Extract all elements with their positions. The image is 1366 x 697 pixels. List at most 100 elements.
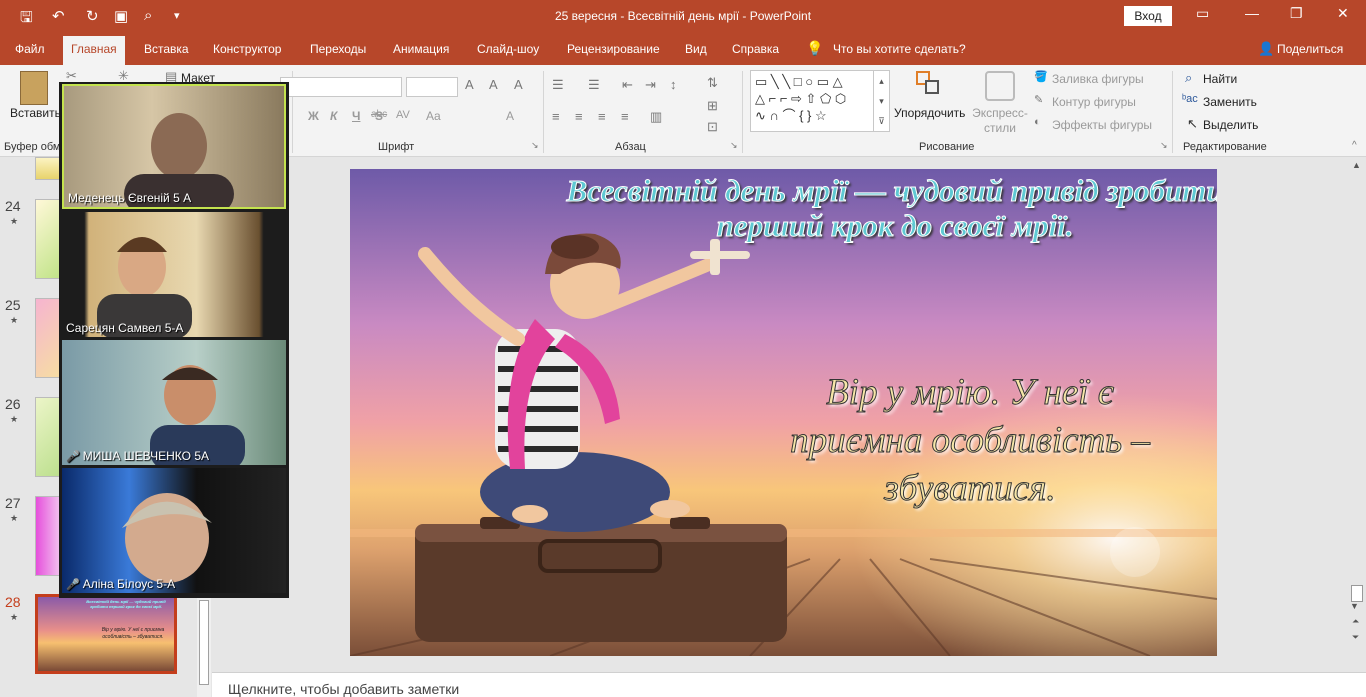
underline-button[interactable]: Ч (352, 109, 360, 123)
scroll-up-icon[interactable]: ▲ (1352, 160, 1361, 170)
align-right-icon[interactable]: ≡ (598, 109, 606, 124)
shapes-scroll-icon[interactable]: ▴ ▾ ⊽ (873, 70, 890, 132)
video-call-panel[interactable]: Меденець Євгеній 5 А Сарецян Самвел 5-А … (59, 82, 289, 598)
slide-canvas[interactable]: Всесвітній день мрії — чудовий привід зр… (350, 169, 1217, 656)
shape-fill-button[interactable]: Заливка фигуры (1052, 72, 1144, 86)
slide-title[interactable]: Всесвітній день мрії — чудовий привід зр… (565, 173, 1217, 244)
animation-star-icon: ★ (10, 513, 19, 523)
participant-tile[interactable]: Сарецян Самвел 5-А (62, 212, 286, 337)
thumb-slide-body: Вір у мрію. У неї є приємна особливість … (101, 627, 165, 640)
clear-format-icon[interactable]: A (514, 77, 523, 92)
ribbon-tabs: Файл Главная Вставка Конструктор Переход… (0, 33, 1366, 65)
participant-name-text: МИША ШЕВЧЕНКО 5А (82, 449, 209, 463)
change-case-button[interactable]: Aa (426, 109, 441, 123)
participant-name: Сарецян Самвел 5-А (66, 321, 184, 335)
participant-name: 🎤 Аліна Білоус 5-А (66, 577, 175, 591)
lightbulb-icon: 💡 (806, 40, 824, 56)
replace-button[interactable]: Заменить (1203, 95, 1257, 109)
indent-icon[interactable]: ⇤ (622, 77, 633, 93)
animation-star-icon: ★ (10, 216, 19, 226)
tab-file[interactable]: Файл (15, 42, 45, 56)
slide-thumb-28[interactable]: Всесвітній день мрії — чудовий привід зр… (35, 594, 177, 674)
shrink-font-icon[interactable]: A (489, 77, 498, 92)
signin-button[interactable]: Вход (1124, 6, 1172, 26)
clipboard-group-label: Буфер обм (4, 141, 61, 153)
find-icon: ⌕ (1185, 70, 1193, 85)
select-icon: ↖ (1187, 116, 1198, 131)
participant-name-text: Аліна Білоус 5-А (82, 577, 176, 591)
shape-effects-button[interactable]: Эффекты фигуры (1052, 118, 1152, 132)
quick-styles-icon (985, 71, 1015, 101)
numbering-icon[interactable]: ☰ (588, 77, 600, 93)
tab-insert[interactable]: Вставка (144, 42, 189, 56)
tab-design[interactable]: Конструктор (213, 42, 281, 56)
share-button[interactable]: Поделиться (1277, 42, 1343, 56)
ribbon-options-icon[interactable]: ▭ (1196, 5, 1209, 22)
slide-body-text[interactable]: Вір у мрію. У неї є приємна особливість … (760, 369, 1180, 513)
tab-review[interactable]: Рецензирование (567, 42, 660, 56)
tab-animations[interactable]: Анимация (393, 42, 449, 56)
shapes-gallery[interactable]: ▭ ╲ ╲ □ ○ ▭ △ △ ⌐ ⌐ ⇨ ⇧ ⬠ ⬡ ∿ ∩ ⌒ { } ☆ (750, 70, 890, 132)
participant-video (97, 237, 192, 337)
justify-icon[interactable]: ≡ (621, 109, 629, 124)
font-color-button[interactable]: A (506, 109, 514, 123)
paste-icon[interactable] (20, 71, 48, 105)
align-center-icon[interactable]: ≡ (575, 109, 583, 124)
select-button[interactable]: Выделить (1203, 118, 1258, 132)
minimize-icon[interactable]: — (1245, 5, 1259, 21)
tell-me-input[interactable]: Что вы хотите сделать? (833, 42, 966, 56)
participant-tile[interactable]: 🎤 МИША ШЕВЧЕНКО 5А (62, 340, 286, 465)
font-size-combo[interactable] (406, 77, 458, 97)
participant-tile[interactable]: 🎤 Аліна Білоус 5-А (62, 468, 286, 593)
grow-font-icon[interactable]: A (465, 77, 474, 92)
arrange-button[interactable]: Упорядочить (894, 106, 965, 120)
align-text-icon[interactable]: ⊞ (707, 98, 718, 114)
align-left-icon[interactable]: ≡ (552, 109, 560, 124)
quick-styles-button[interactable]: Экспресс-стили (972, 106, 1028, 136)
editing-group-label: Редактирование (1183, 141, 1267, 153)
pen-icon: ✎ (1034, 94, 1044, 106)
participant-tile[interactable]: Меденець Євгеній 5 А (62, 84, 286, 209)
columns-icon[interactable]: ▥ (650, 109, 662, 125)
editor-scroll-thumb[interactable] (1351, 585, 1363, 602)
bullets-icon[interactable]: ☰ (552, 77, 564, 93)
prev-slide-icon[interactable]: ⏶ (1352, 616, 1359, 627)
collapse-ribbon-icon[interactable]: ^ (1352, 140, 1357, 151)
smartart-icon[interactable]: ⊡ (707, 119, 718, 135)
font-family-combo[interactable] (280, 77, 402, 97)
shape-outline-button[interactable]: Контур фигуры (1052, 95, 1136, 109)
group-separator (1172, 71, 1173, 153)
slides-scroll-thumb[interactable] (199, 600, 209, 685)
line-spacing-icon[interactable]: ↕ (670, 77, 677, 92)
drawing-group-label: Рисование (919, 141, 975, 153)
spacing-button[interactable]: AV (396, 109, 410, 121)
paragraph-dialog-icon[interactable]: ↘ (730, 140, 738, 151)
font-dialog-icon[interactable]: ↘ (531, 140, 539, 151)
animation-star-icon: ★ (10, 315, 19, 325)
notes-placeholder[interactable]: Щелкните, чтобы добавить заметки (228, 681, 459, 697)
scroll-down-icon[interactable]: ▼ (1350, 601, 1359, 611)
next-slide-icon[interactable]: ⏷ (1352, 632, 1359, 643)
close-icon[interactable]: ✕ (1337, 5, 1349, 22)
replace-icon: ᵇac (1182, 93, 1198, 105)
text-direction-icon[interactable]: ⇅ (707, 75, 718, 91)
animation-star-icon: ★ (10, 414, 19, 424)
paste-button[interactable]: Вставить (10, 106, 61, 120)
tab-help[interactable]: Справка (732, 42, 779, 56)
tab-transitions[interactable]: Переходы (310, 42, 366, 56)
tab-slideshow[interactable]: Слайд-шоу (477, 42, 539, 56)
bold-button[interactable]: Ж (308, 109, 319, 123)
outdent-icon[interactable]: ⇥ (645, 77, 656, 93)
italic-button[interactable]: К (330, 109, 337, 123)
strikethrough-button[interactable]: abc (371, 109, 387, 120)
paragraph-group-label: Абзац (615, 141, 646, 153)
drawing-dialog-icon[interactable]: ↘ (1160, 140, 1168, 151)
slide-number: 25 (5, 297, 21, 313)
participant-video (122, 493, 212, 583)
maximize-icon[interactable]: ❐ (1290, 5, 1303, 22)
tab-home[interactable]: Главная (63, 36, 125, 65)
find-button[interactable]: Найти (1203, 72, 1237, 86)
muted-mic-icon: 🎤 (66, 579, 80, 591)
tab-view[interactable]: Вид (685, 42, 707, 56)
notes-pane[interactable]: Щелкните, чтобы добавить заметки (212, 672, 1366, 697)
